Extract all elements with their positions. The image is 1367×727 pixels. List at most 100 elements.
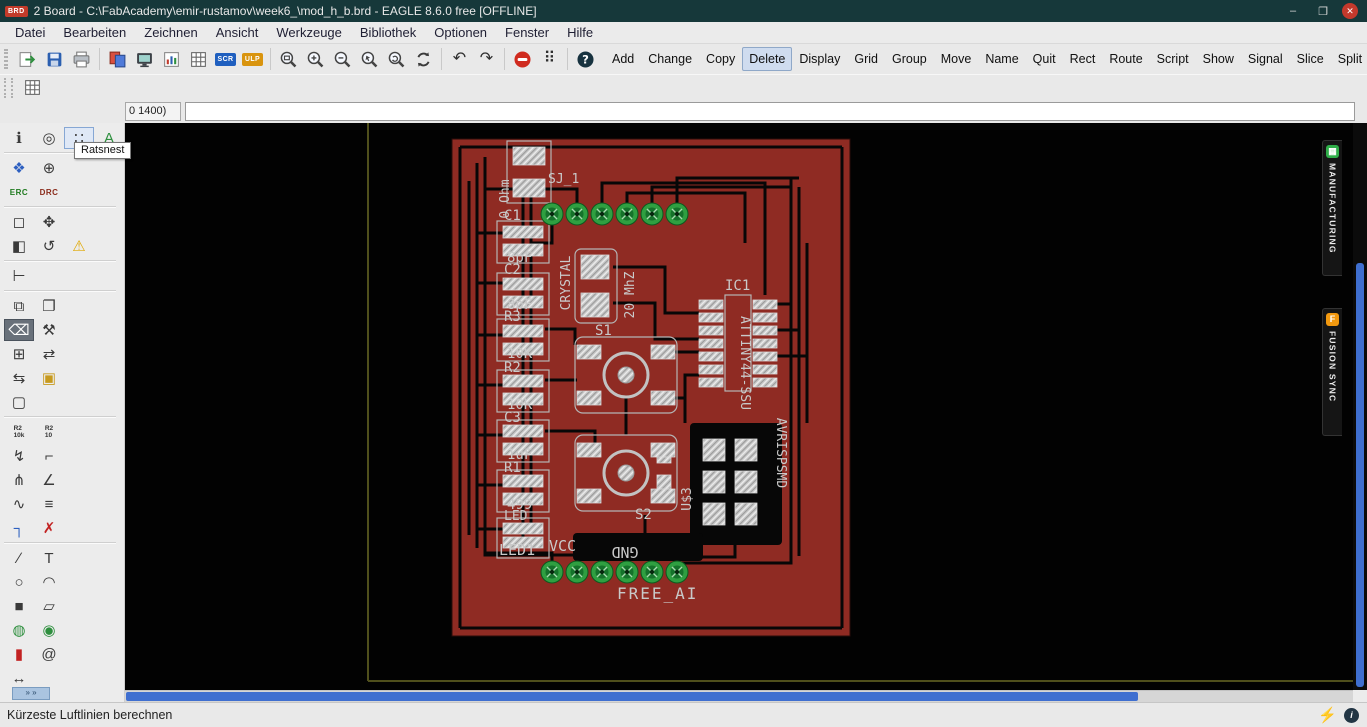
miter-icon[interactable]: ⌐ bbox=[34, 445, 64, 467]
change-tool-icon[interactable]: ⚒ bbox=[34, 319, 64, 341]
paste-icon[interactable]: ❐ bbox=[34, 295, 64, 317]
toolbar-drag-handle[interactable] bbox=[4, 49, 8, 69]
palette-overflow[interactable]: » » bbox=[12, 687, 50, 700]
pinswap-icon[interactable]: ⇆ bbox=[4, 367, 34, 389]
via-icon[interactable]: ◍ bbox=[4, 619, 34, 641]
command-move[interactable]: Move bbox=[934, 47, 979, 71]
undo-icon[interactable]: ↶ bbox=[446, 46, 473, 72]
monitor-icon[interactable] bbox=[131, 46, 158, 72]
menu-item-werkzeuge[interactable]: Werkzeuge bbox=[267, 23, 351, 42]
attribute-icon[interactable]: @ bbox=[34, 643, 64, 665]
menu-item-datei[interactable]: Datei bbox=[6, 23, 54, 42]
zoom-fit-icon[interactable] bbox=[275, 46, 302, 72]
help-icon[interactable]: ? bbox=[572, 46, 599, 72]
value-tool-icon[interactable]: R2 10 bbox=[34, 421, 64, 443]
name-tool-icon[interactable]: R2 10k bbox=[4, 421, 34, 443]
refresh-icon[interactable] bbox=[410, 46, 437, 72]
menu-item-optionen[interactable]: Optionen bbox=[425, 23, 496, 42]
pad-icon[interactable]: ◉ bbox=[34, 619, 64, 641]
vertical-scrollbar-thumb[interactable] bbox=[1356, 263, 1364, 687]
lightning-icon[interactable]: ⚡ bbox=[1318, 706, 1337, 724]
command-name[interactable]: Name bbox=[978, 47, 1025, 71]
chart-icon[interactable] bbox=[158, 46, 185, 72]
dimension-icon[interactable]: ⊢ bbox=[4, 265, 34, 287]
zoom-out-icon[interactable] bbox=[329, 46, 356, 72]
status-info-icon[interactable]: i bbox=[1344, 707, 1359, 723]
optimize-icon[interactable]: ∠ bbox=[34, 469, 64, 491]
delete-icon[interactable]: ⌫ bbox=[4, 319, 34, 341]
menu-item-zeichnen[interactable]: Zeichnen bbox=[135, 23, 206, 42]
command-display[interactable]: Display bbox=[792, 47, 847, 71]
command-line-input[interactable] bbox=[185, 102, 1355, 121]
minimize-button[interactable]: – bbox=[1278, 5, 1308, 17]
mirror-icon[interactable]: ◧ bbox=[4, 235, 34, 257]
command-slice[interactable]: Slice bbox=[1290, 47, 1331, 71]
tab-fusion-sync[interactable]: F FUSION SYNC bbox=[1322, 308, 1342, 436]
signal-layers-icon[interactable]: ≡ bbox=[34, 493, 64, 515]
command-split[interactable]: Split bbox=[1331, 47, 1367, 71]
stop-icon[interactable] bbox=[509, 46, 536, 72]
group-icon[interactable]: ◻ bbox=[4, 211, 34, 233]
grid-table-icon[interactable] bbox=[185, 46, 212, 72]
grip-dots-icon[interactable]: ⠿ bbox=[536, 46, 563, 72]
tab-manufacturing[interactable]: ▦ MANUFACTURING bbox=[1322, 140, 1342, 276]
display-layers-icon[interactable]: ❖ bbox=[4, 157, 34, 179]
drc-icon[interactable]: DRC bbox=[34, 181, 64, 203]
toolbar2-drag-handle[interactable] bbox=[4, 77, 13, 98]
mark-icon[interactable]: ⊕ bbox=[34, 157, 64, 179]
horizontal-scrollbar[interactable] bbox=[125, 690, 1353, 702]
command-group[interactable]: Group bbox=[885, 47, 934, 71]
meander-icon[interactable]: ∿ bbox=[4, 493, 34, 515]
scr-script-badge[interactable]: SCR bbox=[212, 46, 239, 72]
smd-icon[interactable]: ▮ bbox=[4, 643, 34, 665]
open-board-icon[interactable] bbox=[14, 46, 41, 72]
menu-item-bearbeiten[interactable]: Bearbeiten bbox=[54, 23, 135, 42]
autoroute-icon[interactable]: ↔ bbox=[4, 667, 34, 689]
command-delete[interactable]: Delete bbox=[742, 47, 793, 71]
zoom-redraw-icon[interactable] bbox=[383, 46, 410, 72]
split-icon[interactable]: ⋔ bbox=[4, 469, 34, 491]
ulp-badge[interactable]: ULP bbox=[239, 46, 266, 72]
wire-icon[interactable]: ∕ bbox=[4, 547, 34, 569]
menu-item-ansicht[interactable]: Ansicht bbox=[207, 23, 268, 42]
close-button[interactable]: ✕ bbox=[1342, 3, 1358, 19]
command-copy[interactable]: Copy bbox=[699, 47, 742, 71]
ripup-icon[interactable]: ✗ bbox=[34, 517, 64, 539]
show-icon[interactable]: ◎ bbox=[34, 127, 64, 149]
save-icon[interactable] bbox=[41, 46, 68, 72]
command-change[interactable]: Change bbox=[641, 47, 699, 71]
copy-icon[interactable]: ⧉ bbox=[4, 295, 34, 317]
circle-icon[interactable]: ○ bbox=[4, 571, 34, 593]
vertical-scrollbar[interactable] bbox=[1353, 123, 1367, 690]
rect-icon[interactable]: ■ bbox=[4, 595, 34, 617]
command-script[interactable]: Script bbox=[1150, 47, 1196, 71]
add-part-icon[interactable]: ⊞ bbox=[4, 343, 34, 365]
menu-item-bibliothek[interactable]: Bibliothek bbox=[351, 23, 425, 42]
command-add[interactable]: Add bbox=[605, 47, 641, 71]
menu-item-hilfe[interactable]: Hilfe bbox=[558, 23, 602, 42]
move-icon[interactable]: ✥ bbox=[34, 211, 64, 233]
horizontal-scrollbar-thumb[interactable] bbox=[126, 692, 1138, 701]
erc-icon[interactable]: ERC bbox=[4, 181, 34, 203]
print-icon[interactable] bbox=[68, 46, 95, 72]
menu-item-fenster[interactable]: Fenster bbox=[496, 23, 558, 42]
text-tool-icon[interactable]: T bbox=[34, 547, 64, 569]
smash-icon[interactable]: ↯ bbox=[4, 445, 34, 467]
maximize-button[interactable]: ❐ bbox=[1308, 5, 1338, 18]
redo-icon[interactable]: ↷ bbox=[473, 46, 500, 72]
polygon-icon[interactable]: ▱ bbox=[34, 595, 64, 617]
command-signal[interactable]: Signal bbox=[1241, 47, 1290, 71]
command-show[interactable]: Show bbox=[1196, 47, 1241, 71]
route-icon[interactable]: ┐ bbox=[4, 517, 34, 539]
command-quit[interactable]: Quit bbox=[1026, 47, 1063, 71]
warning-icon[interactable]: ⚠ bbox=[64, 235, 94, 257]
zoom-select-icon[interactable] bbox=[356, 46, 383, 72]
unlock-icon[interactable]: ▢ bbox=[4, 391, 34, 413]
grid-settings-icon[interactable] bbox=[19, 75, 46, 101]
arc-icon[interactable]: ◠ bbox=[34, 571, 64, 593]
rotate-icon[interactable]: ↺ bbox=[34, 235, 64, 257]
lock-icon[interactable]: ▣ bbox=[34, 367, 64, 389]
replace-icon[interactable]: ⇄ bbox=[34, 343, 64, 365]
info-icon[interactable]: ℹ bbox=[4, 127, 34, 149]
command-route[interactable]: Route bbox=[1102, 47, 1149, 71]
